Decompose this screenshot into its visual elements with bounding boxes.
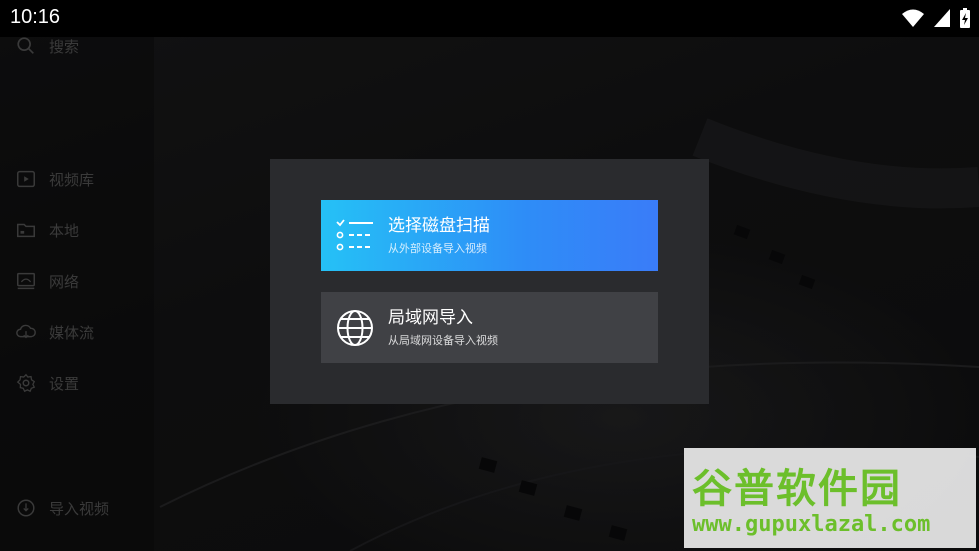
checklist-icon bbox=[335, 216, 375, 256]
option-title: 局域网导入 bbox=[388, 308, 473, 328]
watermark-title: 谷普软件园 bbox=[692, 466, 902, 512]
cellular-signal-icon bbox=[934, 9, 950, 27]
import-dialog: 选择磁盘扫描 从外部设备导入视频 局域网导入 从局域网设备导入视频 bbox=[270, 159, 709, 404]
option-subtitle: 从外部设备导入视频 bbox=[388, 242, 487, 255]
globe-icon bbox=[335, 308, 375, 348]
option-subtitle: 从局域网设备导入视频 bbox=[388, 334, 498, 347]
status-bar: 10:16 bbox=[0, 0, 979, 37]
watermark-url: www.gupuxlazal.com bbox=[692, 512, 931, 537]
status-time: 10:16 bbox=[10, 6, 61, 28]
battery-charging-icon bbox=[960, 8, 970, 28]
watermark: 谷普软件园 www.gupuxlazal.com bbox=[684, 448, 976, 548]
option-title: 选择磁盘扫描 bbox=[388, 216, 490, 236]
disk-scan-option[interactable]: 选择磁盘扫描 从外部设备导入视频 bbox=[321, 200, 658, 271]
wifi-icon bbox=[902, 9, 924, 27]
lan-import-option[interactable]: 局域网导入 从局域网设备导入视频 bbox=[321, 292, 658, 363]
